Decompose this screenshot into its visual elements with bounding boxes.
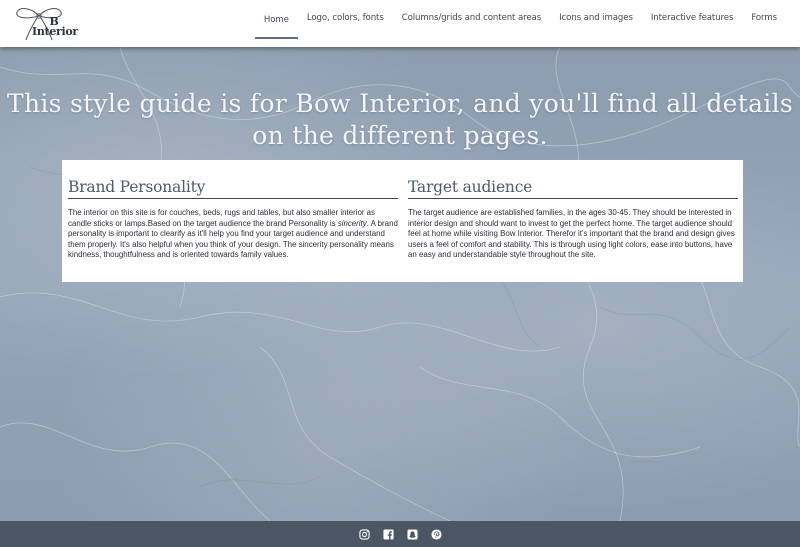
instagram-link[interactable] [358, 528, 371, 541]
brand-personality-text: The interior on this site is for couches… [68, 208, 398, 261]
target-audience-heading: Target audience [408, 178, 738, 199]
brand-personality-section: Brand Personality The interior on this s… [68, 178, 398, 261]
nav-columns-grids[interactable]: Columns/grids and content areas [393, 13, 550, 37]
logo-name: Interior [32, 25, 78, 38]
brand-personality-heading: Brand Personality [68, 178, 398, 199]
target-audience-section: Target audience The target audience are … [408, 178, 738, 261]
snapchat-link[interactable] [406, 528, 419, 541]
nav-interactive-features[interactable]: Interactive features [642, 13, 743, 37]
hero-title: This style guide is for Bow Interior, an… [6, 89, 794, 150]
pinterest-link[interactable] [430, 528, 443, 541]
bow-logo[interactable]: B Interior [14, 4, 78, 42]
nav-home[interactable]: Home [254, 15, 298, 39]
content-panel: Brand Personality The interior on this s… [62, 160, 743, 282]
logo-wordmark: B Interior [32, 16, 78, 38]
nav-forms[interactable]: Forms [742, 13, 786, 37]
snapchat-icon [406, 528, 418, 540]
footer-bar [0, 521, 800, 547]
brand-text-part1: The interior on this site is for couches… [68, 208, 376, 228]
instagram-icon [358, 528, 370, 540]
facebook-icon [382, 528, 394, 540]
main-nav: Home Logo, colors, fonts Columns/grids a… [254, 0, 786, 39]
pinterest-icon [430, 528, 442, 540]
nav-icons-images[interactable]: Icons and images [550, 13, 642, 37]
header-bar: B Interior Home Logo, colors, fonts Colu… [0, 0, 800, 47]
target-audience-text: The target audience are established fami… [408, 208, 735, 260]
brand-emphasis: sincerity [337, 218, 367, 228]
facebook-link[interactable] [382, 528, 395, 541]
nav-logo-colors-fonts[interactable]: Logo, colors, fonts [298, 13, 393, 37]
